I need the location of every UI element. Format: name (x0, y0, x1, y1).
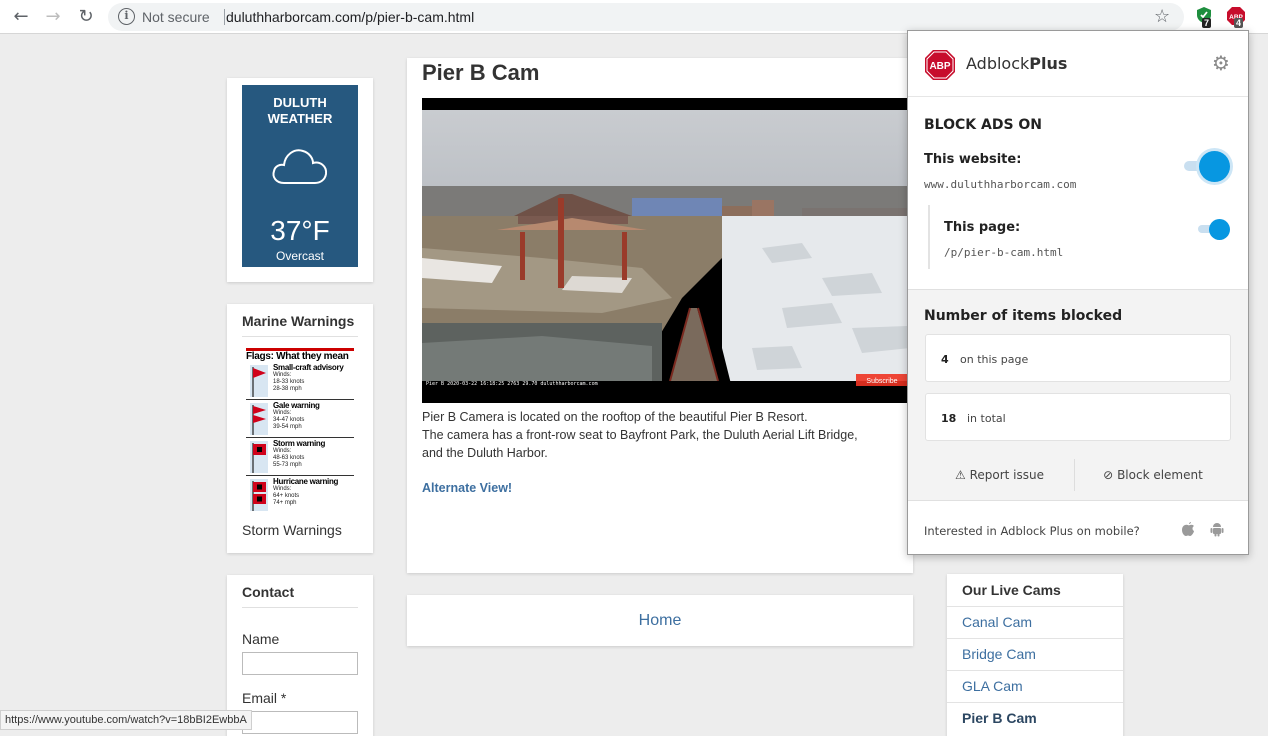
url-text[interactable]: duluthharborcam.com/p/pier-b-cam.html (226, 9, 474, 25)
divider (242, 607, 358, 608)
report-issue-label: Report issue (969, 468, 1044, 482)
security-label[interactable]: Not secure (142, 9, 210, 25)
forward-arrow-icon[interactable]: → (41, 5, 65, 29)
website-domain: www.duluthharborcam.com (924, 178, 1077, 191)
total-count-value: 18 (941, 412, 957, 425)
mobile-promo-text: Interested in Adblock Plus on mobile? (924, 524, 1140, 538)
marine-warnings-title: Marine Warnings (242, 313, 355, 329)
apple-icon[interactable] (1181, 521, 1195, 541)
alternate-view-link[interactable]: Alternate View! (422, 481, 512, 495)
flag-name: Hurricane warning (273, 477, 339, 486)
post-description: Pier B Camera is located on the rooftop … (422, 410, 858, 460)
weather-condition: Overcast (275, 249, 324, 263)
items-blocked-title: Number of items blocked (924, 308, 1123, 324)
block-icon: ⊘ (1103, 468, 1114, 482)
page-blocked-count: 4 on this page (925, 334, 1231, 382)
red-pennant-icon (250, 365, 268, 397)
block-element-button[interactable]: ⊘ Block element (1075, 459, 1231, 491)
name-label: Name (242, 631, 280, 647)
extension-badge: 7 (1202, 18, 1212, 28)
page-indent-line (928, 205, 930, 269)
android-icon[interactable] (1210, 521, 1224, 541)
flag-row: Hurricane warning Winds: 64+ knots 74+ mph (246, 476, 354, 514)
cam-link-gla[interactable]: GLA Cam (947, 670, 1123, 702)
flags-chart[interactable]: Flags: What they mean Small-craft adviso… (246, 348, 354, 518)
abp-logo-icon: ABP (924, 49, 956, 85)
cam-link-pier-b[interactable]: Pier B Cam (947, 702, 1123, 734)
weather-subtitle: WEATHER (267, 111, 333, 126)
gear-icon[interactable]: ⚙ (1212, 51, 1230, 75)
flag-details: Winds: 48-63 knots 55-73 mph (273, 448, 305, 468)
home-nav: Home (407, 595, 913, 646)
website-label: This website: (924, 152, 1022, 167)
email-label: Email * (242, 690, 287, 706)
name-field[interactable] (242, 652, 358, 675)
email-field[interactable] (242, 711, 358, 734)
divider (242, 336, 358, 337)
marine-warnings-widget: Marine Warnings Flags: What they mean Sm… (227, 304, 373, 553)
page-count-label: on this page (960, 353, 1029, 366)
adblock-extension-icon[interactable]: ABP 4 (1226, 6, 1248, 28)
total-count-label: in total (967, 412, 1006, 425)
flag-row: Gale warning Winds: 34-47 knots 39-54 mph (246, 400, 354, 438)
toggle-knob (1199, 151, 1230, 182)
home-link[interactable]: Home (407, 612, 913, 630)
weather-card[interactable]: DULUTH WEATHER 37°F Overcast (242, 85, 358, 267)
double-pennant-icon (250, 403, 268, 435)
shield-extension-icon[interactable]: 7 (1196, 6, 1214, 28)
weather-widget: DULUTH WEATHER 37°F Overcast (227, 78, 373, 282)
weather-city: DULUTH (273, 95, 327, 110)
total-blocked-count: 18 in total (925, 393, 1231, 441)
address-bar[interactable]: i Not secure duluthharborcam.com/p/pier-… (108, 3, 1184, 31)
back-arrow-icon[interactable]: ← (9, 5, 33, 29)
flag-name: Storm warning (273, 439, 326, 448)
main-post: Pier B Cam Pier B 2020-03-22 16:18:25 27… (407, 58, 913, 573)
svg-text:ABP: ABP (929, 61, 950, 72)
live-cams-title: Our Live Cams (962, 582, 1061, 598)
browser-toolbar: ← → ↻ i Not secure duluthharborcam.com/p… (0, 0, 1268, 34)
contact-title: Contact (242, 584, 295, 600)
adblock-badge: 4 (1234, 18, 1244, 28)
flag-name: Gale warning (273, 401, 320, 410)
cam-link-canal[interactable]: Canal Cam (947, 606, 1123, 638)
cloud-icon (270, 143, 330, 192)
cam-link-bridge[interactable]: Bridge Cam (947, 638, 1123, 670)
toggle-knob (1209, 219, 1230, 240)
flag-row: Small-craft advisory Winds: 18-33 knots 28… (246, 362, 354, 400)
page-label: This page: (944, 220, 1021, 235)
flag-name: Small-craft advisory (273, 363, 344, 372)
adblock-brand: AdblockPlus (966, 54, 1068, 73)
flag-row: Storm warning Winds: 48-63 knots 55-73 mph (246, 438, 354, 476)
hurricane-flag-icon (250, 479, 268, 511)
page-path: /p/pier-b-cam.html (944, 246, 1064, 259)
omnibox-divider (224, 9, 225, 25)
flag-details: Winds: 18-33 knots 28-38 mph (273, 372, 305, 392)
info-icon[interactable]: i (118, 8, 135, 25)
page-title: Pier B Cam (422, 60, 540, 85)
adblock-header: ABP AdblockPlus ⚙ (908, 31, 1248, 97)
temperature: 37°F (270, 215, 330, 246)
flag-details: Winds: 34-47 knots 39-54 mph (273, 410, 305, 430)
block-element-label: Block element (1117, 468, 1203, 482)
flag-details: Winds: 64+ knots 74+ mph (273, 486, 300, 506)
reload-icon[interactable]: ↻ (74, 5, 98, 29)
report-issue-button[interactable]: ⚠ Report issue (925, 459, 1074, 491)
status-bar-url: https://www.youtube.com/watch?v=18bBI2Ew… (0, 710, 252, 730)
live-cams-widget: Our Live Cams Canal Cam Bridge Cam GLA C… (947, 574, 1123, 736)
youtube-video-player[interactable]: Pier B 2020-03-22 16:18:25 2763 29.70 du… (422, 98, 913, 403)
flags-heading: Flags: What they mean (246, 348, 354, 362)
page-count-value: 4 (941, 353, 949, 366)
storm-flag-icon (250, 441, 268, 473)
harbor-webcam-frame: Pier B 2020-03-22 16:18:25 2763 29.70 du… (422, 98, 913, 403)
storm-warnings-caption: Storm Warnings (242, 522, 342, 538)
block-ads-title: BLOCK ADS ON (924, 117, 1043, 133)
warning-icon: ⚠ (954, 468, 966, 482)
subscribe-label: Subscribe (866, 378, 897, 385)
bookmark-star-icon[interactable]: ☆ (1154, 6, 1170, 27)
video-timestamp-overlay: Pier B 2020-03-22 16:18:25 2763 29.70 du… (426, 381, 598, 387)
adblock-popup: ABP AdblockPlus ⚙ BLOCK ADS ON This webs… (907, 30, 1249, 555)
